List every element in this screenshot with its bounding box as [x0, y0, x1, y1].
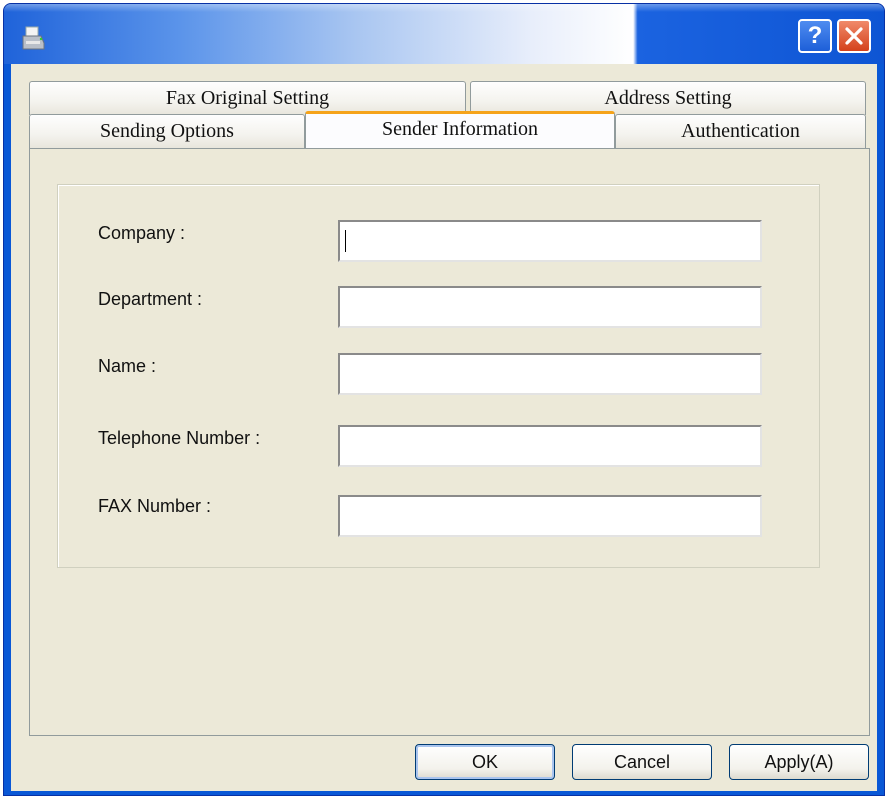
close-icon [845, 27, 863, 45]
name-field[interactable] [338, 353, 762, 395]
ok-button[interactable]: OK [415, 744, 555, 780]
tab-authentication[interactable]: Authentication [615, 114, 866, 148]
telephone-number-field[interactable] [338, 425, 762, 467]
department-field[interactable] [338, 286, 762, 328]
printer-icon [20, 26, 46, 50]
text-caret [345, 230, 346, 252]
company-label: Company : [98, 223, 186, 243]
tab-sending-options[interactable]: Sending Options [29, 114, 305, 148]
sender-information-panel: Company : Department : Name : Telephone … [29, 148, 870, 736]
dialog-client-area: Fax Original Setting Address Setting Sen… [11, 64, 877, 791]
title-bar-highlight [4, 4, 884, 12]
name-label: Name : [98, 356, 157, 376]
dialog-window: ? Fax Original Setting Address Setting S… [3, 3, 885, 796]
fax-number-label: FAX Number : [98, 496, 212, 516]
fax-number-field[interactable] [338, 495, 762, 537]
title-bar[interactable]: ? [4, 4, 884, 64]
department-label: Department : [98, 289, 203, 309]
tab-sender-information[interactable]: Sender Information [305, 111, 615, 148]
cancel-button[interactable]: Cancel [572, 744, 712, 780]
tab-fax-original-setting[interactable]: Fax Original Setting [29, 81, 466, 115]
company-field[interactable] [338, 220, 762, 262]
apply-button[interactable]: Apply(A) [729, 744, 869, 780]
telephone-number-label: Telephone Number : [98, 428, 261, 448]
tab-address-setting[interactable]: Address Setting [470, 81, 866, 115]
sender-info-group: Company : Department : Name : Telephone … [57, 184, 820, 568]
close-button[interactable] [837, 19, 871, 53]
help-button[interactable]: ? [798, 19, 832, 53]
